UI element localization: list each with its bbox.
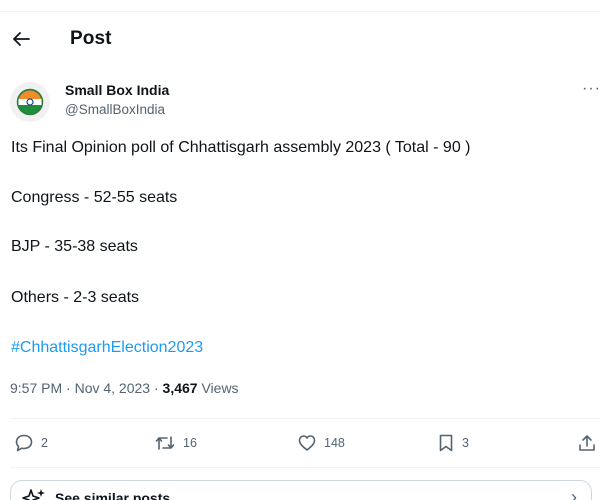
speech-bubble-icon <box>15 434 33 452</box>
bookmark-count: 3 <box>462 436 469 450</box>
author-block: Small Box India @SmallBoxIndia ··· <box>10 80 600 124</box>
more-options-button[interactable]: ··· <box>582 80 600 98</box>
arrow-left-icon <box>13 32 30 46</box>
avatar[interactable] <box>10 82 50 122</box>
like-button[interactable]: 148 <box>297 430 345 456</box>
back-button[interactable] <box>8 26 34 52</box>
post-text-line: Others - 2-3 seats <box>11 289 140 306</box>
repost-button[interactable]: 16 <box>154 430 197 456</box>
repost-count: 16 <box>183 436 197 450</box>
post-page: Post Small Box India @SmallBoxIndia ··· … <box>0 0 600 500</box>
chevron-right-icon: › <box>571 487 577 500</box>
views-label: Views <box>197 380 239 396</box>
post-meta: 9:57 PM · Nov 4, 2023 · 3,467 Views <box>10 380 239 396</box>
heart-icon <box>298 435 316 451</box>
see-similar-label: See similar posts <box>55 490 171 500</box>
post-text-line: Congress - 52-55 seats <box>11 189 178 206</box>
repost-arrows-icon <box>155 436 175 450</box>
share-button[interactable] <box>577 430 597 456</box>
post-text-line: BJP - 35-38 seats <box>11 238 138 255</box>
post-timestamp[interactable]: 9:57 PM · Nov 4, 2023 · <box>10 380 163 396</box>
like-count: 148 <box>324 436 345 450</box>
post-header: Post <box>0 22 600 56</box>
bookmark-icon <box>439 434 453 452</box>
reply-button[interactable]: 2 <box>14 430 48 456</box>
divider <box>10 467 600 468</box>
divider <box>10 418 600 419</box>
reply-count: 2 <box>41 436 48 450</box>
hashtag-link[interactable]: #ChhattisgarhElection2023 <box>11 338 203 358</box>
sparkle-icon <box>22 489 45 500</box>
avatar-logo-icon <box>10 82 50 122</box>
see-similar-posts-button[interactable]: See similar posts › <box>10 480 592 500</box>
views-count: 3,467 <box>162 380 198 396</box>
top-divider <box>0 11 600 12</box>
share-upload-icon <box>579 435 595 451</box>
page-title: Post <box>70 28 112 49</box>
author-handle[interactable]: @SmallBoxIndia <box>65 102 165 117</box>
post-text-line: Its Final Opinion poll of Chhattisgarh a… <box>11 139 471 156</box>
author-name[interactable]: Small Box India <box>65 82 169 98</box>
bookmark-button[interactable]: 3 <box>437 430 469 456</box>
